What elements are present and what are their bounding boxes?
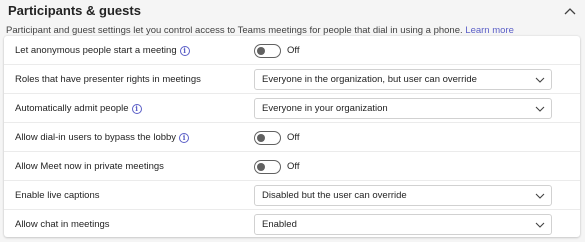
toggle-container: Off xyxy=(254,36,300,65)
chevron-down-icon xyxy=(535,104,545,114)
section-title: Participants & guests xyxy=(8,3,141,18)
toggle-state-text: Off xyxy=(287,161,300,172)
setting-row-meet-now: Allow Meet now in private meetings Off xyxy=(4,152,580,181)
info-icon[interactable]: i xyxy=(179,45,190,56)
setting-row-presenter-rights: Roles that have presenter rights in meet… xyxy=(4,65,580,94)
section-description: Participant and guest settings let you c… xyxy=(6,25,581,36)
meet-now-toggle[interactable] xyxy=(254,159,281,174)
dropdown-value: Enabled xyxy=(262,219,297,230)
setting-label: Enable live captions xyxy=(15,190,100,201)
chevron-down-icon xyxy=(535,191,545,201)
toggle-container: Off xyxy=(254,152,300,181)
dropdown-value: Everyone in the organization, but user c… xyxy=(262,74,477,85)
setting-label: Allow dial-in users to bypass the lobby … xyxy=(15,123,190,152)
setting-label: Allow chat in meetings xyxy=(15,219,110,230)
setting-label: Allow Meet now in private meetings xyxy=(15,161,164,172)
collapse-button[interactable] xyxy=(561,2,579,20)
info-icon[interactable]: i xyxy=(179,132,190,143)
toggle-state-text: Off xyxy=(287,132,300,143)
toggle-state-text: Off xyxy=(287,45,300,56)
setting-label: Let anonymous people start a meeting i xyxy=(15,36,190,65)
setting-row-anonymous-start: Let anonymous people start a meeting i O… xyxy=(4,36,580,65)
settings-card: Let anonymous people start a meeting i O… xyxy=(4,36,580,237)
toggle-knob xyxy=(257,133,265,142)
bypass-lobby-toggle[interactable] xyxy=(254,130,281,145)
toggle-knob xyxy=(257,46,265,55)
toggle-container: Off xyxy=(254,123,300,152)
chevron-up-icon xyxy=(564,8,576,15)
chevron-down-icon xyxy=(535,75,545,85)
setting-row-chat: Allow chat in meetings Enabled xyxy=(4,210,580,239)
info-icon[interactable]: i xyxy=(131,103,142,114)
setting-label: Roles that have presenter rights in meet… xyxy=(15,74,201,85)
live-captions-dropdown[interactable]: Disabled but the user can override xyxy=(254,185,552,206)
setting-row-live-captions: Enable live captions Disabled but the us… xyxy=(4,181,580,210)
anonymous-start-toggle[interactable] xyxy=(254,43,281,58)
dropdown-value: Everyone in your organization xyxy=(262,103,388,114)
setting-label: Automatically admit people i xyxy=(15,94,142,123)
presenter-rights-dropdown[interactable]: Everyone in the organization, but user c… xyxy=(254,69,552,90)
chevron-down-icon xyxy=(535,220,545,230)
setting-row-bypass-lobby: Allow dial-in users to bypass the lobby … xyxy=(4,123,580,152)
toggle-knob xyxy=(257,162,265,171)
chat-dropdown[interactable]: Enabled xyxy=(254,214,552,235)
dropdown-value: Disabled but the user can override xyxy=(262,190,407,201)
section-header: Participants & guests xyxy=(0,0,585,24)
learn-more-link[interactable]: Learn more xyxy=(465,25,514,36)
auto-admit-dropdown[interactable]: Everyone in your organization xyxy=(254,98,552,119)
setting-row-auto-admit: Automatically admit people i Everyone in… xyxy=(4,94,580,123)
description-text: Participant and guest settings let you c… xyxy=(6,25,463,36)
